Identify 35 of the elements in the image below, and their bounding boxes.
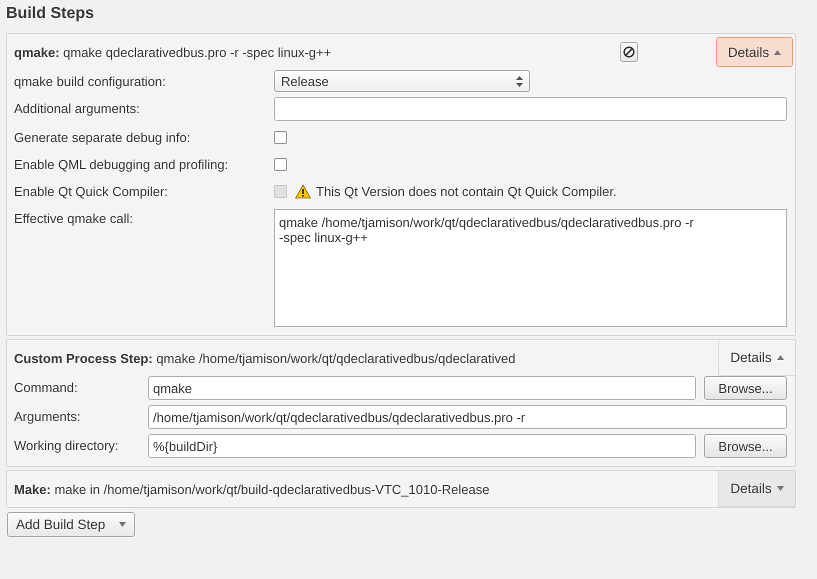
caret-icon bbox=[776, 355, 784, 360]
section-title: Build Steps bbox=[5, 4, 96, 24]
input-field[interactable]: %{buildDir} bbox=[148, 434, 696, 458]
input-field[interactable] bbox=[274, 97, 787, 121]
checkbox[interactable] bbox=[274, 130, 287, 144]
field-label: qmake build configuration: bbox=[14, 73, 167, 89]
add-build-step-button[interactable]: Add Build Step bbox=[7, 512, 136, 537]
configuration-dropdown[interactable]: Release bbox=[274, 70, 530, 92]
field-label: Working directory: bbox=[14, 437, 120, 453]
command-text-area[interactable]: qmake /home/tjamison/work/qt/qdeclarativedbus/qdeclarativedbus.pro -r -spec linux-g++ bbox=[274, 209, 787, 327]
browse-button[interactable]: Browse... bbox=[704, 434, 787, 458]
warning-icon bbox=[295, 184, 311, 198]
details-button[interactable]: Details bbox=[718, 340, 795, 376]
field-label: Effective qmake call: bbox=[14, 210, 134, 226]
warning-text: This Qt Version does not contain Qt Quick Compiler. bbox=[316, 184, 617, 198]
caret-icon bbox=[774, 50, 782, 54]
field-label: Command: bbox=[14, 379, 79, 395]
browse-button[interactable]: Browse... bbox=[704, 376, 787, 400]
caret-icon bbox=[776, 486, 784, 491]
field-label: Enable Qt Quick Compiler: bbox=[14, 183, 169, 199]
step-summary: Custom Process Step: qmake /home/tjamison/work/qt/qdeclarativedbus/qdeclaratived bbox=[13, 350, 516, 366]
checkbox[interactable] bbox=[274, 158, 287, 170]
field-label: Enable QML debugging and profiling: bbox=[14, 156, 230, 172]
step-summary: qmake: qmake qdeclarativedbus.pro -r -spec linux-g++ bbox=[13, 44, 332, 60]
step-summary: Make: make in /home/tjamison/work/qt/build-qdeclarativedbus-VTC_1010-Release bbox=[13, 482, 490, 496]
field-label: Additional arguments: bbox=[14, 100, 141, 116]
disable-button[interactable] bbox=[620, 42, 638, 62]
field-label: Arguments: bbox=[14, 408, 82, 424]
details-button[interactable]: Details bbox=[718, 471, 795, 507]
input-field[interactable]: /home/tjamison/work/qt/qdeclarativedbus/qdeclarativedbus.pro -r bbox=[148, 405, 787, 429]
details-button[interactable]: Details bbox=[716, 37, 793, 67]
input-field[interactable]: qmake bbox=[148, 376, 696, 400]
spinner-arrows-icon bbox=[516, 76, 523, 86]
field-label: Generate separate debug info: bbox=[14, 129, 192, 145]
caret-icon bbox=[119, 522, 126, 527]
